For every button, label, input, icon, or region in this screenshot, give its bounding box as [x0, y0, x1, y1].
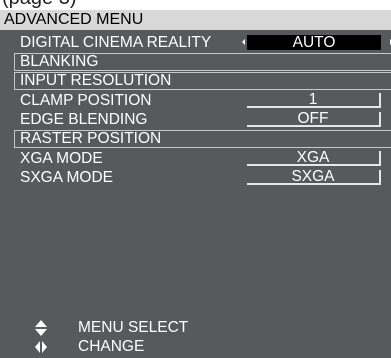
menu-item-label: INPUT RESOLUTION — [20, 72, 172, 89]
menu-title-bar: ADVANCED MENU — [0, 10, 391, 30]
menu-item-edge-blending[interactable]: EDGE BLENDING OFF — [14, 110, 391, 129]
menu-item-label: CLAMP POSITION — [20, 92, 152, 109]
value-field[interactable]: XGA — [247, 149, 381, 166]
menu-item-label: BLANKING — [20, 53, 99, 70]
menu-item-sxga-mode[interactable]: SXGA MODE SXGA — [14, 168, 391, 187]
hint-text: MENU SELECT — [78, 319, 189, 336]
menu-item-value: OFF — [297, 110, 329, 127]
menu-panel: DIGITAL CINEMA REALITY AUTO BLANKING INP… — [0, 30, 391, 358]
hint-text: CHANGE — [78, 338, 145, 355]
menu-item-label: DIGITAL CINEMA REALITY — [20, 34, 212, 51]
hint-change: CHANGE — [34, 338, 374, 356]
menu-item-label: EDGE BLENDING — [20, 111, 148, 128]
decrease-arrow-icon[interactable] — [242, 39, 245, 45]
up-down-arrows-icon — [35, 320, 47, 336]
menu-item-value: XGA — [296, 149, 330, 166]
menu-item-value: SXGA — [291, 168, 335, 185]
hint-menu-select: MENU SELECT — [34, 319, 374, 337]
partial-caption: (page 3) — [2, 0, 77, 8]
value-field[interactable]: 1 — [247, 91, 381, 108]
menu-title: ADVANCED MENU — [4, 11, 144, 28]
menu-item-clamp-position[interactable]: CLAMP POSITION 1 — [14, 91, 391, 110]
menu-item-digital-cinema-reality[interactable]: DIGITAL CINEMA REALITY AUTO — [14, 34, 391, 52]
value-selector[interactable]: AUTO — [247, 34, 381, 51]
menu-item-value: AUTO — [292, 34, 336, 51]
menu-item-value: 1 — [308, 91, 318, 108]
menu-item-xga-mode[interactable]: XGA MODE XGA — [14, 149, 391, 168]
menu-item-label: SXGA MODE — [20, 169, 114, 186]
menu-item-label: RASTER POSITION — [20, 130, 162, 147]
value-field[interactable]: OFF — [247, 110, 381, 127]
left-right-arrows-icon — [35, 341, 47, 353]
menu-item-input-resolution[interactable]: INPUT RESOLUTION — [14, 72, 391, 90]
menu-item-raster-position[interactable]: RASTER POSITION — [14, 130, 391, 148]
menu-item-blanking[interactable]: BLANKING — [14, 53, 391, 71]
menu-item-label: XGA MODE — [20, 150, 103, 167]
value-field[interactable]: SXGA — [247, 168, 381, 185]
top-partial-text: (page 3) — [0, 0, 391, 10]
